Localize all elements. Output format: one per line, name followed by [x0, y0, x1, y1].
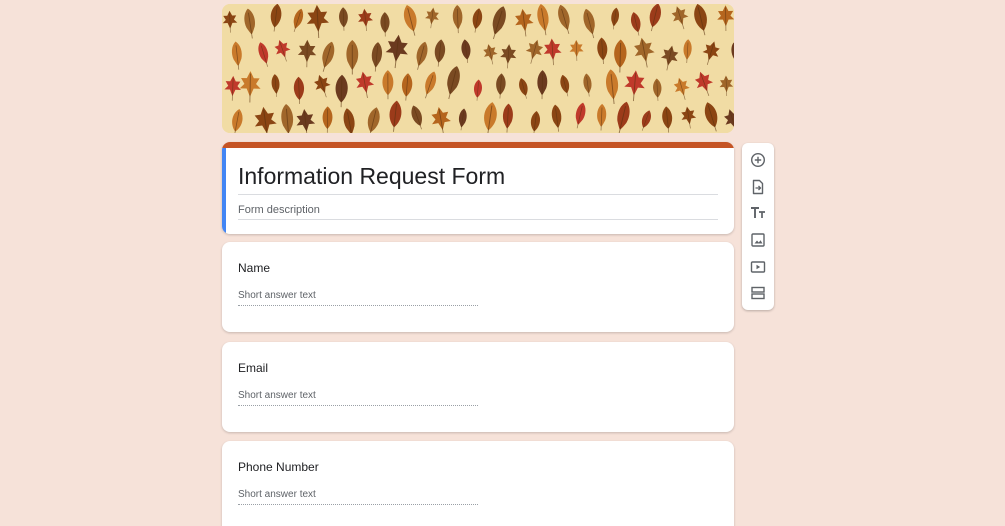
question-label[interactable]: Email [238, 361, 268, 375]
leaf-stem [249, 73, 251, 103]
add-title-button[interactable] [748, 203, 768, 223]
form-editor: Information Request Form Form descriptio… [0, 0, 1005, 526]
section-icon [751, 286, 765, 300]
question-card-email[interactable]: Email Short answer text [222, 342, 734, 432]
question-card-name[interactable]: Name Short answer text [222, 242, 734, 332]
title-text-icon [751, 207, 765, 218]
theme-bar [222, 142, 734, 148]
floating-toolbar [742, 143, 774, 310]
short-answer-field: Short answer text [238, 390, 478, 406]
add-circle-icon [750, 152, 766, 168]
add-image-button[interactable] [748, 230, 768, 250]
add-section-button[interactable] [748, 283, 768, 303]
question-label[interactable]: Phone Number [238, 460, 319, 474]
image-icon [751, 233, 765, 247]
form-title-card[interactable]: Information Request Form Form descriptio… [222, 142, 734, 234]
short-answer-field: Short answer text [238, 290, 478, 306]
short-answer-field: Short answer text [238, 489, 478, 505]
autumn-leaves-image [222, 4, 734, 133]
add-question-button[interactable] [748, 150, 768, 170]
active-indicator [222, 148, 226, 234]
add-video-button[interactable] [748, 257, 768, 277]
header-banner [222, 4, 734, 133]
form-description-field[interactable]: Form description [238, 203, 718, 220]
form-title[interactable]: Information Request Form [238, 163, 718, 195]
question-card-phone-number[interactable]: Phone Number Short answer text [222, 441, 734, 526]
video-icon [750, 261, 766, 273]
import-questions-button[interactable] [748, 177, 768, 197]
import-questions-icon [752, 179, 764, 195]
question-label[interactable]: Name [238, 261, 270, 275]
